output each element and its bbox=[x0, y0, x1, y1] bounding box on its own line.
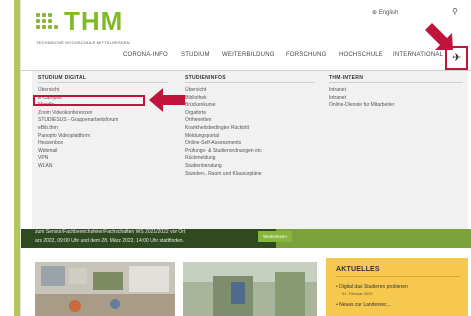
menu-item[interactable]: Übersicht bbox=[38, 87, 118, 95]
menu-item[interactable]: Intranet bbox=[329, 87, 394, 95]
column-divider bbox=[38, 82, 168, 83]
menu-item[interactable]: Übersicht bbox=[185, 87, 262, 95]
logo-text: THM bbox=[64, 6, 124, 36]
menu-item[interactable]: Brückenkurse bbox=[185, 102, 262, 110]
news-title: AKTUELLES bbox=[336, 266, 380, 273]
menu-item[interactable]: Intranet bbox=[329, 95, 394, 103]
news-item[interactable]: • Neues zur Landesrec... bbox=[336, 302, 391, 308]
column-divider bbox=[185, 82, 315, 83]
menu-item[interactable]: Panopto Videoplattform bbox=[38, 133, 118, 141]
campus-photo bbox=[183, 262, 317, 316]
teaser-image-lab[interactable] bbox=[35, 262, 175, 316]
globe-icon: ⊕ bbox=[372, 10, 378, 16]
hero-read-more-button[interactable]: Weiterlesen bbox=[258, 231, 292, 242]
rocket-icon: ✈ bbox=[452, 52, 462, 64]
menu-item[interactable]: Zoom Videokonferenzen bbox=[38, 110, 118, 118]
e-campus-highlight bbox=[33, 95, 145, 106]
menu-item[interactable]: Orgaforte bbox=[185, 110, 262, 118]
arrow-left-icon bbox=[149, 88, 185, 112]
menu-item[interactable]: Studienberatung bbox=[185, 163, 262, 171]
menu-item[interactable]: Krankheitsbedingter Rücktritt bbox=[185, 125, 262, 133]
menu-item[interactable]: Bibliothek bbox=[185, 95, 262, 103]
menu-item[interactable]: WLAN bbox=[38, 163, 118, 171]
nav-item-studium[interactable]: STUDIUM bbox=[181, 52, 210, 58]
language-label: English bbox=[378, 10, 399, 16]
teaser-image-campus[interactable] bbox=[183, 262, 317, 316]
column-title-thm-intern: THM-INTERN bbox=[329, 75, 364, 81]
menu-item[interactable]: Meldungsportal bbox=[185, 133, 262, 141]
menu-item[interactable]: VPN bbox=[38, 155, 118, 163]
language-switch[interactable]: ⊕ English bbox=[372, 9, 398, 16]
menu-item[interactable]: eBib.thm bbox=[38, 125, 118, 133]
nav-item-weiterbildung[interactable]: WEITERBILDUNG bbox=[222, 52, 275, 58]
news-box: AKTUELLES • Digital das Studieren probie… bbox=[326, 258, 468, 316]
menu-item[interactable]: STUDIESUS - Gruppenarbeitsforum bbox=[38, 117, 118, 125]
nav-item-corona-info[interactable]: CORONA-INFO bbox=[123, 52, 168, 58]
menu-item[interactable]: Rückmeldung bbox=[185, 155, 262, 163]
column-title-studium-digital: STUDIUM DIGITAL bbox=[38, 75, 87, 81]
hero-text-line-2: ars 2022, 09:00 Uhr und dem 28. März 202… bbox=[35, 238, 184, 244]
arrow-down-right-icon bbox=[425, 23, 453, 50]
column-divider bbox=[329, 82, 463, 83]
logo-dots-icon bbox=[36, 13, 60, 33]
news-divider bbox=[336, 276, 460, 277]
menu-item[interactable]: Prüfungs- & Studienordnungen etc bbox=[185, 148, 262, 156]
nav-item-hochschule[interactable]: HOCHSCHULE bbox=[339, 52, 383, 58]
menu-item[interactable]: Online-Dienste für Mitarbeiter bbox=[329, 102, 394, 110]
news-date: 01. Februar 2022 bbox=[342, 291, 373, 296]
nav-item-forschung[interactable]: FORSCHUNG bbox=[286, 52, 326, 58]
menu-item[interactable]: Stunden-, Raum und Klausurpläne bbox=[185, 171, 262, 179]
logo-subtitle: TECHNISCHE HOCHSCHULE MITTELHESSEN bbox=[36, 40, 130, 45]
search-icon[interactable]: ⚲ bbox=[452, 7, 458, 16]
main-nav: CORONA-INFO STUDIUM WEITERBILDUNG FORSCH… bbox=[0, 52, 471, 64]
lab-photo bbox=[35, 262, 175, 316]
menu-item[interactable]: Webmail bbox=[38, 148, 118, 156]
menu-item[interactable]: Online-Self-Assessments bbox=[185, 140, 262, 148]
menu-item[interactable]: Orthenetten bbox=[185, 117, 262, 125]
menu-item[interactable]: Hessenbox bbox=[38, 140, 118, 148]
column-title-studieninfos: STUDIENINFOS bbox=[185, 75, 226, 81]
nav-item-international[interactable]: INTERNATIONAL bbox=[393, 52, 443, 58]
hero-text-line-1: zum Sensor/Fachbereichsfeier/Fachschafte… bbox=[35, 229, 186, 235]
news-item[interactable]: • Digital das Studieren probieren bbox=[336, 284, 408, 290]
